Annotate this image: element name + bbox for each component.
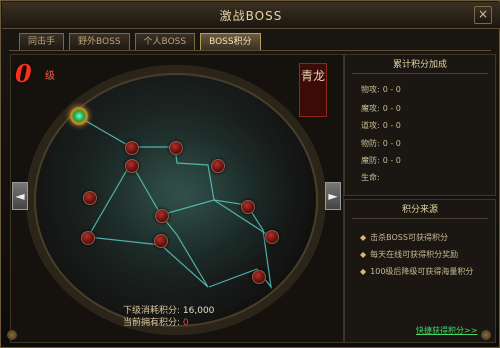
stat-value: 0 - 0 bbox=[382, 121, 401, 130]
accumulated-bonus-title: 累计积分加成 bbox=[352, 57, 488, 74]
next-level-cost-value: 16,000 bbox=[182, 306, 215, 316]
stat-label: 生命: bbox=[361, 173, 380, 182]
stat-row-magic-defense: 魔防: 0 - 0 bbox=[361, 155, 401, 166]
current-points-row: 当前拥有积分: 0 bbox=[123, 317, 214, 329]
source-item: ◆ 100级后降级可获得海量积分 bbox=[360, 266, 473, 277]
tab-personal-boss[interactable]: 个人BOSS bbox=[134, 33, 196, 50]
source-item: ◆ 击杀BOSS可获得积分 bbox=[360, 232, 448, 243]
constellation-area: 0 级 青龙 ◄ ► 下级消耗积分: 16,000 当前拥有积分: 0 bbox=[10, 54, 344, 343]
source-text: 击杀BOSS可获得积分 bbox=[370, 233, 448, 242]
stat-value: 0 - 0 bbox=[382, 85, 401, 94]
constellation-points bbox=[11, 55, 343, 342]
bullet-icon: ◆ bbox=[360, 250, 367, 259]
prev-boss-arrow[interactable]: ◄ bbox=[12, 182, 28, 210]
points-summary: 下级消耗积分: 16,000 当前拥有积分: 0 bbox=[123, 305, 214, 329]
accumulated-bonus-panel: 累计积分加成 物攻: 0 - 0 魔攻: 0 - 0 道攻: 0 - 0 物防: 0 -… bbox=[344, 54, 496, 196]
constellation-node[interactable] bbox=[125, 141, 139, 155]
constellation-node[interactable] bbox=[81, 231, 95, 245]
tab-boss-points[interactable]: BOSS积分 bbox=[200, 33, 261, 50]
tab-divider bbox=[9, 50, 491, 51]
source-text: 100级后降级可获得海量积分 bbox=[370, 267, 474, 276]
corner-ornament bbox=[481, 330, 491, 340]
stat-label: 物攻: bbox=[361, 85, 380, 94]
stat-row-taoist-attack: 道攻: 0 - 0 bbox=[361, 120, 401, 131]
tab-field-boss[interactable]: 野外BOSS bbox=[69, 33, 130, 50]
next-level-cost-label: 下级消耗积分: bbox=[123, 306, 181, 316]
stat-row-physical-attack: 物攻: 0 - 0 bbox=[361, 84, 401, 95]
tab-bar: 同击手 野外BOSS 个人BOSS BOSS积分 bbox=[19, 33, 266, 51]
stat-value: 0 - 0 bbox=[382, 104, 401, 113]
current-points-value: 0 bbox=[182, 318, 189, 328]
constellation-node[interactable] bbox=[83, 191, 97, 205]
tab-sniper[interactable]: 同击手 bbox=[19, 33, 65, 50]
stat-value: 0 - 0 bbox=[382, 156, 401, 165]
stat-value: 0 - 0 bbox=[382, 139, 401, 148]
window-title: 激战BOSS bbox=[219, 9, 283, 23]
constellation-node[interactable] bbox=[241, 200, 255, 214]
source-item: ◆ 每天在线可获得积分奖励 bbox=[360, 249, 458, 260]
constellation-node[interactable] bbox=[125, 159, 139, 173]
current-points-label: 当前拥有积分: bbox=[123, 318, 181, 328]
source-text: 每天在线可获得积分奖励 bbox=[370, 250, 459, 259]
stat-row-hp: 生命: bbox=[361, 172, 383, 183]
bullet-icon: ◆ bbox=[360, 267, 367, 276]
constellation-node[interactable] bbox=[265, 230, 279, 244]
points-source-title: 积分来源 bbox=[352, 202, 488, 219]
stat-label: 魔防: bbox=[361, 156, 380, 165]
next-boss-arrow[interactable]: ► bbox=[325, 182, 341, 210]
constellation-node[interactable] bbox=[154, 234, 168, 248]
stat-row-physical-defense: 物防: 0 - 0 bbox=[361, 138, 401, 149]
next-level-cost-row: 下级消耗积分: 16,000 bbox=[123, 305, 214, 317]
close-button[interactable]: × bbox=[474, 6, 492, 24]
stat-label: 魔攻: bbox=[361, 104, 380, 113]
stat-label: 道攻: bbox=[361, 121, 380, 130]
constellation-node[interactable] bbox=[155, 209, 169, 223]
bullet-icon: ◆ bbox=[360, 233, 367, 242]
points-source-panel: 积分来源 ◆ 击杀BOSS可获得积分 ◆ 每天在线可获得积分奖励 ◆ 100级后降级可… bbox=[344, 199, 496, 343]
title-bar: 激战BOSS × bbox=[2, 2, 500, 29]
corner-ornament bbox=[7, 330, 17, 340]
stat-label: 物防: bbox=[361, 139, 380, 148]
constellation-node[interactable] bbox=[252, 270, 266, 284]
boss-window: 激战BOSS × 同击手 野外BOSS 个人BOSS BOSS积分 0 级 青龙 bbox=[0, 0, 500, 348]
quick-get-points-link[interactable]: 快捷获得积分>> bbox=[416, 325, 477, 336]
constellation-node[interactable] bbox=[211, 159, 225, 173]
stat-row-magic-attack: 魔攻: 0 - 0 bbox=[361, 103, 401, 114]
constellation-node[interactable] bbox=[169, 141, 183, 155]
